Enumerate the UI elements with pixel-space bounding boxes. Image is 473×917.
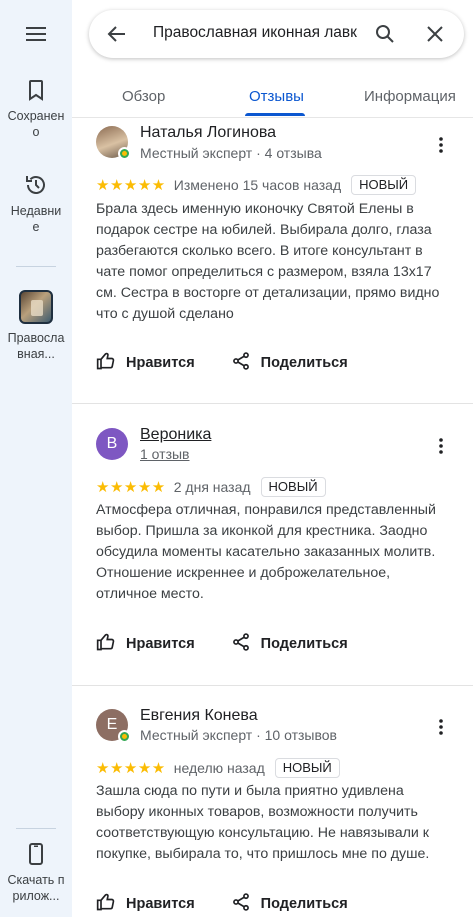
review-divider — [72, 403, 473, 404]
review-author-meta: Местный эксперт · 4 отзыва — [140, 145, 322, 161]
place-tabs: Обзор Отзывы Информация — [72, 76, 473, 118]
back-arrow-icon[interactable] — [105, 22, 129, 46]
recent-nav-label: Недавние — [10, 204, 62, 234]
review-author[interactable]: Вероника — [140, 426, 211, 444]
search-icon[interactable] — [373, 22, 397, 46]
share-button[interactable]: Поделиться — [231, 632, 348, 656]
avatar[interactable] — [96, 126, 131, 160]
place-nav-label: Православная... — [7, 331, 65, 361]
share-label: Поделиться — [260, 355, 348, 371]
menu-icon[interactable] — [24, 24, 48, 44]
avatar[interactable]: В — [96, 428, 128, 460]
tab-reviews[interactable]: Отзывы — [249, 88, 304, 105]
like-button[interactable]: Нравится — [96, 351, 195, 375]
star-rating: ★★★★★ — [96, 177, 166, 194]
share-button[interactable]: Поделиться — [231, 892, 348, 916]
share-button[interactable]: Поделиться — [231, 351, 348, 375]
recent-nav-item[interactable]: Недавние — [0, 173, 72, 235]
like-button[interactable]: Нравится — [96, 892, 195, 916]
review-actions: Нравится Поделиться — [96, 891, 384, 917]
avatar[interactable]: Е — [96, 709, 131, 743]
new-badge: НОВЫЙ — [260, 477, 326, 497]
search-input[interactable]: Православная иконная лавка — [153, 24, 358, 42]
tab-info[interactable]: Информация — [364, 88, 456, 105]
star-rating: ★★★★★ — [96, 760, 166, 777]
review-actions: Нравится Поделиться — [96, 631, 384, 657]
phone-icon — [0, 842, 72, 866]
avatar-initial: Е — [106, 716, 118, 733]
star-rating: ★★★★★ — [96, 479, 166, 496]
saved-nav-item[interactable]: Сохранено — [0, 78, 72, 140]
more-options-icon[interactable] — [433, 135, 449, 155]
local-guide-badge-icon — [118, 730, 131, 743]
review-divider — [72, 685, 473, 686]
review-author-meta: Местный эксперт · 10 отзывов — [140, 727, 337, 743]
review-rating-row: ★★★★★ 2 дня назад НОВЫЙ — [96, 476, 326, 498]
navigation-rail: Сохранено Недавние Православная... Скача… — [0, 0, 72, 917]
thumb-up-icon — [96, 351, 126, 375]
reviews-list: Наталья Логинова Местный эксперт · 4 отз… — [72, 118, 473, 917]
place-thumbnail — [19, 290, 53, 324]
new-badge: НОВЫЙ — [274, 758, 340, 778]
share-icon — [231, 632, 261, 656]
saved-nav-label: Сохранено — [7, 109, 65, 139]
share-label: Поделиться — [260, 896, 348, 912]
tab-overview[interactable]: Обзор — [122, 88, 165, 105]
review-author[interactable]: Наталья Логинова — [140, 124, 276, 142]
like-button[interactable]: Нравится — [96, 632, 195, 656]
like-label: Нравится — [126, 636, 195, 652]
review-actions: Нравится Поделиться — [96, 350, 384, 376]
review-text: Брала здесь именную иконочку Святой Елен… — [96, 201, 440, 322]
review-rating-row: ★★★★★ неделю назад НОВЫЙ — [96, 757, 340, 779]
thumb-up-icon — [96, 892, 126, 916]
review-time: Изменено 15 часов назад — [173, 177, 342, 193]
local-guide-badge-icon — [118, 147, 131, 160]
review-author[interactable]: Евгения Конева — [140, 707, 258, 725]
share-icon — [231, 892, 261, 916]
share-icon — [231, 351, 261, 375]
download-app-label: Скачать прилож... — [7, 873, 65, 903]
share-label: Поделиться — [260, 636, 348, 652]
rail-divider-bottom — [16, 828, 56, 829]
thumb-up-icon — [96, 632, 126, 656]
more-options-icon[interactable] — [433, 436, 449, 456]
review-time: 2 дня назад — [173, 479, 251, 495]
review-text: Зашла сюда по пути и была приятно удивле… — [96, 783, 430, 862]
more-options-icon[interactable] — [433, 717, 449, 737]
rail-divider — [16, 266, 56, 267]
active-tab-indicator — [245, 113, 305, 116]
bookmark-icon — [0, 78, 72, 102]
review-author-meta[interactable]: 1 отзыв — [140, 446, 190, 462]
like-label: Нравится — [126, 896, 195, 912]
close-icon[interactable] — [423, 22, 447, 46]
review-time: неделю назад — [173, 760, 265, 776]
download-app-item[interactable]: Скачать прилож... — [0, 842, 72, 904]
search-bar: Православная иконная лавка — [89, 10, 464, 58]
avatar-initial: В — [106, 435, 118, 452]
place-nav-item[interactable]: Православная... — [0, 290, 72, 362]
review-text: Атмосфера отличная, понравился представл… — [96, 502, 436, 602]
review-rating-row: ★★★★★ Изменено 15 часов назад НОВЫЙ — [96, 174, 417, 196]
like-label: Нравится — [126, 355, 195, 371]
history-icon — [0, 173, 72, 197]
new-badge: НОВЫЙ — [351, 175, 417, 195]
